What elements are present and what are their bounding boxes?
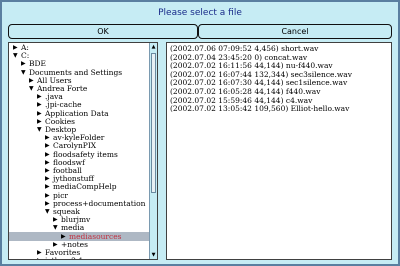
ok-button[interactable]: OK [8, 24, 198, 39]
directory-tree-pane: ▶ A: ▼ C: ▶ BDE ▼ Documents and Settings ▶ All Us… [8, 42, 158, 260]
file-list-pane: (2002.07.06 07:09:52 4,456) short.wav (20… [166, 42, 392, 260]
collapsed-arrow-icon[interactable]: ▶ [37, 256, 42, 259]
tree-item-label: jython-2.1 [45, 256, 83, 259]
scroll-up-arrow-icon[interactable]: ▲ [150, 43, 157, 51]
file-select-dialog: Please select a file OK Cancel ▶ A: ▼ C: ▶ BD… [0, 0, 400, 266]
scrollbar-thumb[interactable] [151, 53, 156, 193]
scroll-down-arrow-icon[interactable]: ▼ [150, 251, 157, 259]
directory-tree: ▶ A: ▼ C: ▶ BDE ▼ Documents and Settings ▶ All Us… [9, 43, 149, 259]
dialog-title: Please select a file [158, 8, 242, 18]
cancel-button[interactable]: Cancel [198, 24, 392, 39]
file-list-item[interactable]: (2002.07.02 13:05:42 109,560) Elliot-hel… [170, 104, 390, 113]
tree-item[interactable]: ▶jython-2.1 [9, 256, 149, 259]
tree-scrollbar[interactable]: ▲ ▼ [149, 43, 157, 259]
